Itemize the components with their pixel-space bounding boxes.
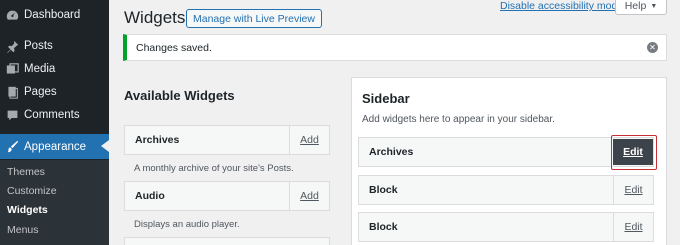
- menu-item-pages[interactable]: Pages: [0, 80, 109, 104]
- menu-label-pages: Pages: [24, 86, 57, 98]
- sidebar-title[interactable]: Sidebar: [362, 91, 410, 106]
- widget-description: Displays an audio player.: [134, 219, 240, 230]
- submenu-item-customize[interactable]: Customize: [7, 185, 57, 197]
- available-widgets-title: Available Widgets: [124, 88, 235, 103]
- widget-title: Audio: [135, 190, 165, 202]
- sidebar-widget-archives[interactable]: Archives Edit: [358, 137, 654, 167]
- edit-widget-button[interactable]: Edit: [613, 213, 653, 241]
- caret-down-icon: ▼: [650, 2, 658, 10]
- menu-item-posts[interactable]: Posts: [0, 34, 109, 58]
- menu-item-dashboard[interactable]: Dashboard: [0, 3, 109, 27]
- admin-sidebar: Dashboard Posts Media Pages Comments App…: [0, 0, 109, 245]
- disable-accessibility-mode-link[interactable]: Disable accessibility mode: [500, 0, 623, 12]
- menu-label-dashboard: Dashboard: [24, 9, 81, 21]
- menu-item-appearance[interactable]: Appearance: [0, 134, 109, 159]
- widget-title: Archives: [369, 146, 414, 158]
- page-icon: [0, 86, 24, 99]
- submenu-item-menus[interactable]: Menus: [7, 224, 39, 236]
- menu-label-appearance: Appearance: [24, 140, 87, 153]
- help-tab-button[interactable]: Help ▼: [615, 0, 667, 15]
- widget-title: Block: [369, 221, 398, 233]
- sidebar-description: Add widgets here to appear in your sideb…: [362, 114, 555, 125]
- submenu-item-widgets[interactable]: Widgets: [7, 204, 48, 216]
- menu-item-comments[interactable]: Comments: [0, 103, 109, 127]
- menu-label-posts: Posts: [24, 40, 53, 52]
- menu-label-comments: Comments: [24, 109, 80, 121]
- pin-icon: [0, 40, 24, 53]
- manage-live-preview-button[interactable]: Manage with Live Preview: [186, 9, 322, 28]
- submenu-item-themes[interactable]: Themes: [7, 166, 45, 178]
- available-widget-archives[interactable]: Archives Add: [124, 125, 330, 155]
- notice-text: Changes saved.: [136, 41, 212, 54]
- add-widget-button[interactable]: Add: [289, 182, 329, 210]
- widget-title: Archives: [135, 134, 180, 146]
- media-icon: [0, 62, 24, 76]
- dashboard-icon: [0, 9, 24, 22]
- add-widget-button[interactable]: Add: [289, 126, 329, 154]
- paintbrush-icon: [0, 140, 24, 153]
- sidebar-widget-block[interactable]: Block Edit: [358, 212, 654, 242]
- help-label: Help: [624, 0, 647, 12]
- page-title: Widgets: [124, 8, 186, 27]
- available-widget-partial[interactable]: [124, 237, 330, 245]
- comment-icon: [0, 109, 24, 122]
- dismiss-icon[interactable]: ✕: [647, 42, 658, 53]
- appearance-submenu: Themes Customize Widgets Menus: [0, 160, 109, 245]
- success-notice: Changes saved. ✕: [123, 34, 667, 61]
- widget-description: A monthly archive of your site's Posts.: [134, 163, 294, 174]
- available-widget-audio[interactable]: Audio Add: [124, 181, 330, 211]
- highlight-annotation: [611, 135, 657, 170]
- menu-label-media: Media: [24, 63, 56, 75]
- edit-widget-button[interactable]: Edit: [613, 176, 653, 204]
- sidebar-widget-block[interactable]: Block Edit: [358, 175, 654, 205]
- menu-item-media[interactable]: Media: [0, 57, 109, 81]
- widget-title: Block: [369, 184, 398, 196]
